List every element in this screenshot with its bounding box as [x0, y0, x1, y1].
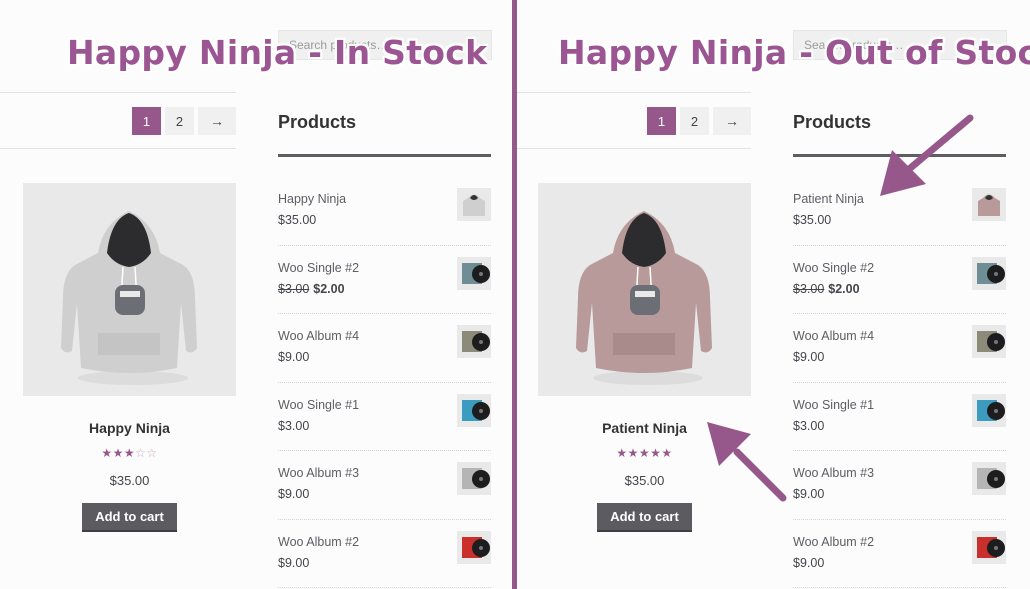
divider-line — [515, 92, 751, 93]
panel-heading: Happy Ninja - In Stock — [67, 33, 488, 72]
product-price: $9.00 — [278, 487, 310, 501]
product-price: $3.00 $2.00 — [793, 282, 860, 296]
divider-line — [515, 148, 751, 149]
list-item[interactable]: Woo Album #4 $9.00 — [793, 314, 1006, 383]
vinyl-thumbnail[interactable] — [457, 462, 491, 495]
product-name[interactable]: Woo Album #2 — [278, 535, 359, 549]
star-empty-icon: ☆☆ — [135, 446, 158, 460]
list-item[interactable]: Happy Ninja $35.00 — [278, 177, 491, 246]
page-1-link[interactable]: 1 — [132, 107, 161, 135]
product-price: $9.00 — [278, 350, 310, 364]
old-price: $3.00 — [793, 281, 825, 296]
product-image[interactable] — [538, 183, 751, 396]
vinyl-thumbnail[interactable] — [972, 325, 1006, 358]
star-icon: ★★★ — [101, 446, 136, 460]
product-name[interactable]: Woo Album #3 — [793, 466, 874, 480]
vinyl-thumbnail[interactable] — [457, 256, 491, 290]
next-page-link[interactable]: → — [198, 107, 236, 135]
product-list: Happy Ninja $35.00 Woo Single #2 $3.00 $2… — [278, 177, 491, 588]
list-item[interactable]: Woo Single #1 $3.00 — [793, 383, 1006, 451]
product-price: $3.00 — [793, 418, 825, 433]
list-item[interactable]: Woo Single #2 $3.00 $2.00 — [793, 246, 1006, 314]
product-price: $35.00 — [109, 473, 150, 488]
sale-price: $2.00 — [828, 281, 860, 296]
list-item[interactable]: Woo Single #2 $3.00 $2.00 — [278, 246, 491, 314]
product-name[interactable]: Woo Single #2 — [278, 261, 359, 275]
panel-heading: Happy Ninja - Out of Stock — [558, 33, 1030, 72]
product-price: $35.00 — [793, 213, 832, 227]
product-price: $9.00 — [793, 487, 825, 501]
list-item[interactable]: Woo Album #2 $9.00 — [278, 520, 491, 588]
page-1-link[interactable]: 1 — [647, 107, 676, 135]
product-price: $3.00 — [278, 418, 310, 433]
sale-price: $2.00 — [313, 281, 345, 296]
product-price: $9.00 — [793, 350, 825, 364]
page-2-link[interactable]: 2 — [165, 107, 194, 135]
panel-divider — [512, 0, 517, 589]
vinyl-thumbnail[interactable] — [972, 530, 1006, 564]
hoodie-image — [576, 211, 712, 385]
product-name[interactable]: Patient Ninja — [793, 192, 864, 206]
vinyl-thumbnail[interactable] — [457, 393, 491, 427]
hoodie-image — [61, 211, 197, 385]
star-icon: ★★★★★ — [616, 446, 673, 460]
product-name[interactable]: Woo Album #2 — [793, 535, 874, 549]
product-name[interactable]: Woo Single #2 — [793, 261, 874, 275]
product-name[interactable]: Woo Album #4 — [278, 329, 359, 343]
pagination: 1 2 → — [132, 107, 236, 135]
annotation-arrow-icon — [707, 422, 787, 502]
add-to-cart-button[interactable]: Add to cart — [597, 503, 692, 532]
list-item[interactable]: Woo Album #4 $9.00 — [278, 314, 491, 383]
product-price: $9.00 — [278, 555, 310, 570]
product-name[interactable]: Woo Album #3 — [278, 466, 359, 480]
widget-rule — [278, 154, 491, 157]
widget-title: Products — [278, 112, 357, 132]
panel-in-stock: Search products… Happy Ninja - In Stock … — [0, 0, 515, 589]
widget-title: Products — [793, 112, 872, 132]
list-item[interactable]: Woo Album #3 $9.00 — [278, 451, 491, 520]
page-2-link[interactable]: 2 — [680, 107, 709, 135]
product-name[interactable]: Happy Ninja — [278, 192, 346, 206]
list-item[interactable]: Woo Album #2 $9.00 — [793, 520, 1006, 588]
vinyl-thumbnail[interactable] — [972, 393, 1006, 427]
star-rating: ★★★☆☆ — [23, 446, 236, 460]
old-price: $3.00 — [278, 281, 310, 296]
divider-line — [0, 148, 236, 149]
annotation-arrow-icon — [880, 114, 974, 196]
add-to-cart-button[interactable]: Add to cart — [82, 503, 177, 532]
product-title[interactable]: Happy Ninja — [23, 420, 236, 436]
product-image[interactable] — [23, 183, 236, 396]
product-name[interactable]: Woo Single #1 — [793, 398, 874, 412]
vinyl-thumbnail[interactable] — [972, 256, 1006, 290]
hoodie-thumbnail[interactable] — [457, 188, 491, 221]
list-item[interactable]: Woo Single #1 $3.00 — [278, 383, 491, 451]
product-name[interactable]: Woo Album #4 — [793, 329, 874, 343]
product-list: Patient Ninja $35.00 Woo Single #2 $3.00… — [793, 177, 1006, 588]
vinyl-thumbnail[interactable] — [457, 325, 491, 358]
list-item[interactable]: Woo Album #3 $9.00 — [793, 451, 1006, 520]
vinyl-thumbnail[interactable] — [457, 530, 491, 564]
next-page-link[interactable]: → — [713, 107, 751, 135]
pagination: 1 2 → — [647, 107, 751, 135]
product-name[interactable]: Woo Single #1 — [278, 398, 359, 412]
vinyl-thumbnail[interactable] — [972, 462, 1006, 495]
product-price: $3.00 $2.00 — [278, 282, 345, 296]
product-price: $35.00 — [278, 213, 317, 227]
divider-line — [0, 92, 236, 93]
product-price: $9.00 — [793, 555, 825, 570]
